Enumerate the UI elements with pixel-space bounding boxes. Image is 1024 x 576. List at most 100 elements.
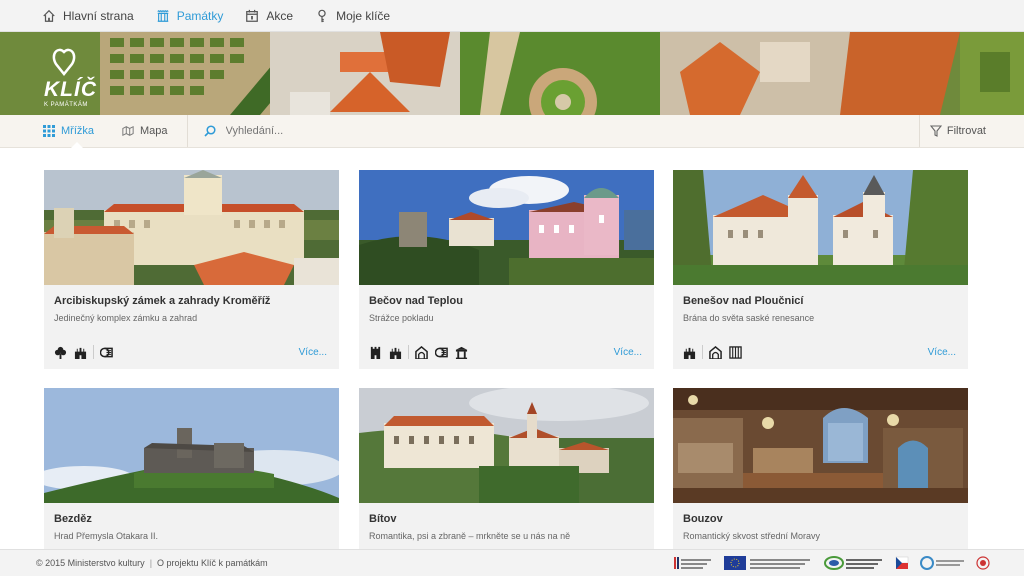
monument-icon xyxy=(157,9,169,22)
card-title: Bouzov xyxy=(683,513,723,525)
icon-separator xyxy=(93,345,94,359)
top-navigation: Hlavní strana Památky Akce Moje klíče xyxy=(0,0,1024,32)
columns-icon xyxy=(729,345,742,359)
nav-item-my-keys[interactable]: Moje klíče xyxy=(315,9,390,23)
card-footer: Více... xyxy=(683,344,956,360)
monument-card[interactable]: Bečov nad Teplou Strážce pokladu Více... xyxy=(359,170,654,369)
grid-icon xyxy=(43,125,55,137)
heritage-seal-logo-icon xyxy=(976,556,990,570)
ministry-culture-logo[interactable] xyxy=(920,556,966,570)
filter-icon xyxy=(929,125,942,137)
search-input[interactable] xyxy=(225,125,526,137)
card-title: Benešov nad Ploučnicí xyxy=(683,295,804,307)
search-bar xyxy=(203,115,919,147)
monument-card[interactable]: Arcibiskupský zámek a zahrady Kroměříž J… xyxy=(44,170,339,369)
hero-banner: KLÍČ K PAMÁTKÁM xyxy=(0,32,1024,115)
monument-card[interactable]: Bítov Romantika, psi a zbraně – mrkněte … xyxy=(359,388,654,549)
card-footer: Více... xyxy=(369,344,642,360)
benesov-castle-photo xyxy=(673,170,968,285)
bezdez-castle-photo xyxy=(44,388,339,503)
card-photo xyxy=(673,170,968,285)
calendar-icon xyxy=(246,9,259,22)
card-title: Bítov xyxy=(369,513,397,525)
more-link[interactable]: Více... xyxy=(299,347,327,358)
nav-item-label: Hlavní strana xyxy=(63,8,134,23)
icon-separator xyxy=(702,345,703,359)
ministry-regional-logo[interactable] xyxy=(824,556,884,570)
nav-item-label: Akce xyxy=(266,8,294,23)
card-photo xyxy=(673,388,968,503)
card-subtitle: Brána do světa saské renesance xyxy=(683,313,815,323)
temple-icon xyxy=(455,346,468,359)
monument-card[interactable]: Bouzov Romantický skvost střední Moravy xyxy=(673,388,968,549)
aerial-castle-image xyxy=(0,32,1024,115)
card-photo xyxy=(359,388,654,503)
card-subtitle: Strážce pokladu xyxy=(369,313,434,323)
card-title: Bečov nad Teplou xyxy=(369,295,463,307)
card-subtitle: Hrad Přemysla Otakara II. xyxy=(54,531,159,541)
czech-logo[interactable] xyxy=(894,556,910,570)
operational-program-logo-icon xyxy=(674,557,711,569)
castle-icon xyxy=(389,347,402,359)
monument-card[interactable]: Bezděz Hrad Přemysla Otakara II. xyxy=(44,388,339,549)
card-title: Arcibiskupský zámek a zahrady Kroměříž xyxy=(54,295,271,307)
scroll-icon xyxy=(435,347,448,357)
culture-ministry-logo-icon xyxy=(920,556,964,570)
card-subtitle: Romantika, psi a zbraně – mrkněte se u n… xyxy=(369,531,571,541)
home-icon xyxy=(43,9,55,22)
scroll-icon xyxy=(100,347,113,357)
page-footer: © 2015 Ministerstvo kultury | O projektu… xyxy=(0,549,1024,576)
card-photo xyxy=(44,388,339,503)
nav-item-events[interactable]: Akce xyxy=(245,9,293,23)
arch-icon xyxy=(415,345,428,359)
map-view-button[interactable]: Mapa xyxy=(122,115,168,147)
castle-icon xyxy=(683,347,696,359)
key-icon xyxy=(318,9,326,22)
map-icon xyxy=(122,125,134,137)
monument-card[interactable]: Benešov nad Ploučnicí Brána do světa sas… xyxy=(673,170,968,369)
czech-flag-logo-icon xyxy=(895,556,909,569)
search-icon xyxy=(203,125,216,137)
monument-grid: Arcibiskupský zámek a zahrady Kroměříž J… xyxy=(0,148,1024,549)
toolbar-divider xyxy=(186,115,188,147)
grid-view-label: Mřížka xyxy=(61,125,94,137)
nav-item-label: Památky xyxy=(176,8,224,23)
arch-icon xyxy=(709,345,722,359)
bouzov-interior-photo xyxy=(673,388,968,503)
more-link[interactable]: Více... xyxy=(614,347,642,358)
logo-text: KLÍČ xyxy=(44,78,97,101)
nav-item-label: Moje klíče xyxy=(336,8,391,23)
eu-program-logo[interactable] xyxy=(674,556,714,570)
map-view-label: Mapa xyxy=(140,125,168,137)
icon-separator xyxy=(408,345,409,359)
eu-logo[interactable] xyxy=(724,556,814,570)
becov-castle-photo xyxy=(359,170,654,285)
filter-label: Filtrovat xyxy=(946,125,986,137)
logo-tagline: K PAMÁTKÁM xyxy=(44,102,88,108)
heritage-logo[interactable] xyxy=(976,556,990,570)
nav-item-home[interactable]: Hlavní strana xyxy=(42,9,134,23)
partner-logos xyxy=(674,556,990,570)
grid-view-button[interactable]: Mřížka xyxy=(43,115,94,148)
footer-copyright: © 2015 Ministerstvo kultury xyxy=(36,558,145,568)
category-icons xyxy=(369,345,475,359)
card-photo xyxy=(359,170,654,285)
category-icons xyxy=(54,345,120,359)
card-title: Bezděz xyxy=(54,513,92,525)
kromeriz-castle-photo xyxy=(44,170,339,285)
card-footer: Více... xyxy=(54,344,327,360)
nav-item-monuments[interactable]: Památky xyxy=(156,8,224,23)
card-subtitle: Romantický skvost střední Moravy xyxy=(683,531,821,541)
garden-icon xyxy=(54,346,67,359)
ministry-logo-icon xyxy=(824,556,882,570)
filter-button[interactable]: Filtrovat xyxy=(918,115,1024,147)
card-subtitle: Jedinečný komplex zámku a zahrad xyxy=(54,313,198,323)
footer-separator: | xyxy=(149,558,153,568)
eu-flag-logo-icon xyxy=(724,556,810,570)
more-link[interactable]: Více... xyxy=(928,347,956,358)
bitov-castle-photo xyxy=(359,388,654,503)
view-toolbar: Mřížka Mapa Filtrovat xyxy=(0,115,1024,148)
about-project-link[interactable]: O projektu Klíč k památkám xyxy=(157,558,268,568)
category-icons xyxy=(683,345,749,359)
castle-icon xyxy=(74,347,87,359)
